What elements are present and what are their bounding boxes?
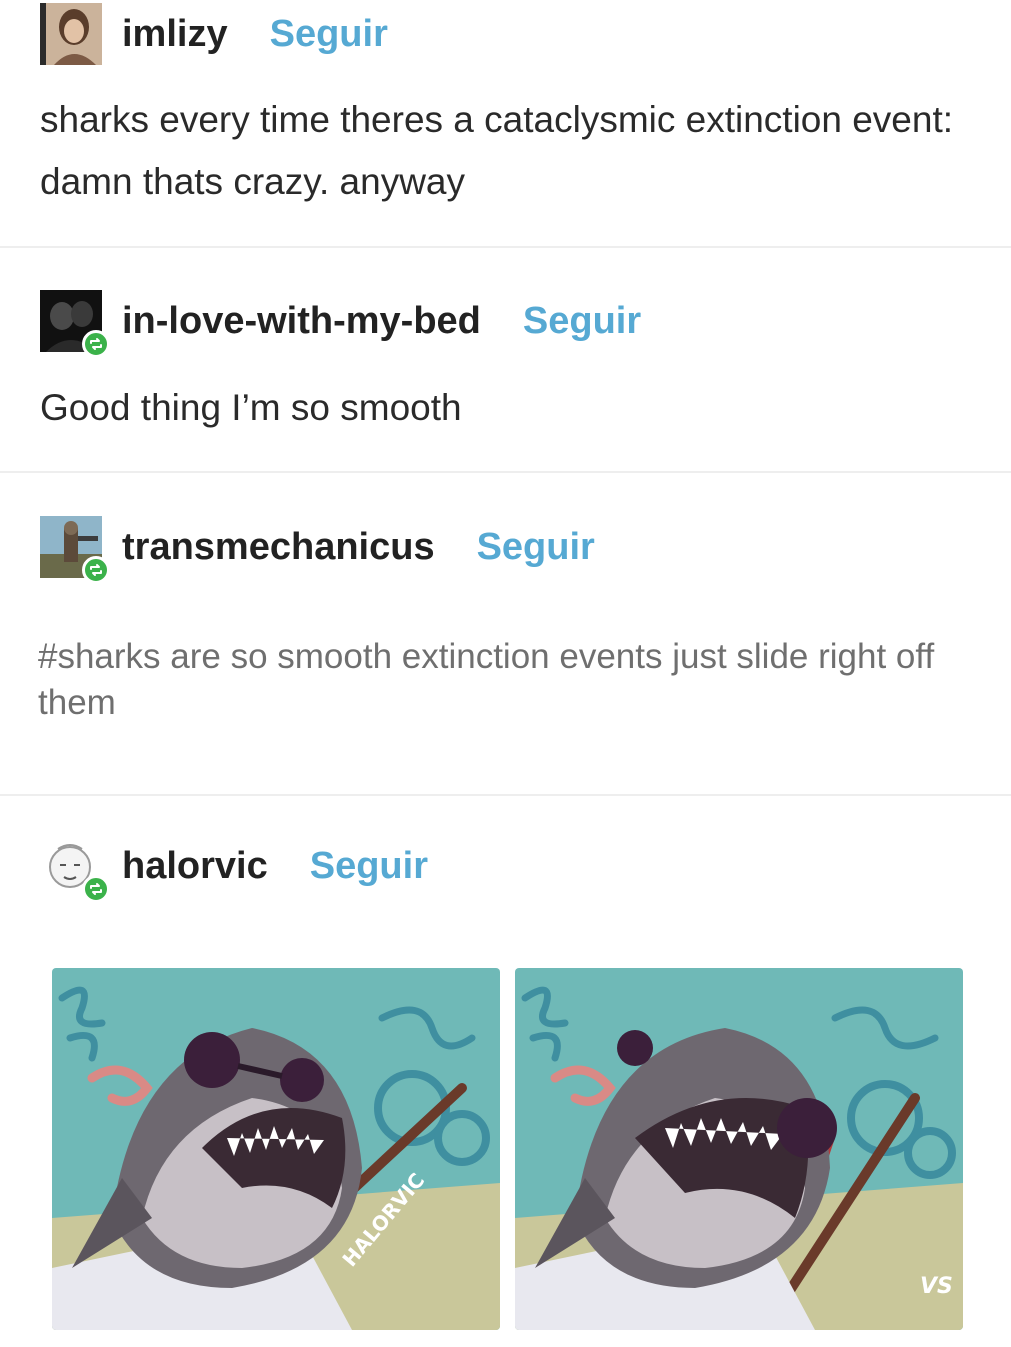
avatar-transmechanicus[interactable]: [40, 516, 110, 584]
post-header-transmechanicus: transmechanicus Seguir: [40, 515, 595, 584]
shark-sunbathing-image: VS: [515, 968, 963, 1330]
follow-button[interactable]: Seguir: [310, 845, 428, 888]
post-header-in-love-with-my-bed: in-love-with-my-bed Seguir: [40, 289, 641, 358]
shark-sunbathing-image: HALORVIC: [52, 968, 500, 1330]
username[interactable]: transmechanicus: [122, 526, 435, 569]
follow-button[interactable]: Seguir: [477, 526, 595, 569]
reblog-icon: [82, 875, 110, 903]
username[interactable]: halorvic: [122, 845, 268, 888]
post-divider: [0, 246, 1011, 248]
avatar-imlizy[interactable]: [40, 3, 102, 65]
username[interactable]: in-love-with-my-bed: [122, 300, 481, 343]
username[interactable]: imlizy: [122, 13, 228, 56]
post-text: Good thing I’m so smooth: [40, 387, 462, 428]
reblog-icon: [82, 330, 110, 358]
post-header-imlizy: imlizy Seguir: [40, 2, 388, 66]
avatar-halorvic[interactable]: [40, 835, 110, 903]
post-divider: [0, 471, 1011, 473]
image-watermark: VS: [920, 1274, 953, 1299]
follow-button[interactable]: Seguir: [270, 13, 388, 56]
follow-button[interactable]: Seguir: [523, 300, 641, 343]
post-divider: [0, 794, 1011, 796]
avatar-image: [40, 3, 102, 65]
comic-panel-right[interactable]: VS: [515, 968, 963, 1330]
avatar-in-love-with-my-bed[interactable]: [40, 290, 110, 358]
post-tags[interactable]: #sharks are so smooth extinction events …: [38, 634, 978, 726]
post-text: sharks every time theres a cataclysmic e…: [40, 99, 954, 202]
reblog-icon: [82, 556, 110, 584]
comic-panel-left[interactable]: HALORVIC: [52, 968, 500, 1330]
post-header-halorvic: halorvic Seguir: [40, 834, 428, 903]
